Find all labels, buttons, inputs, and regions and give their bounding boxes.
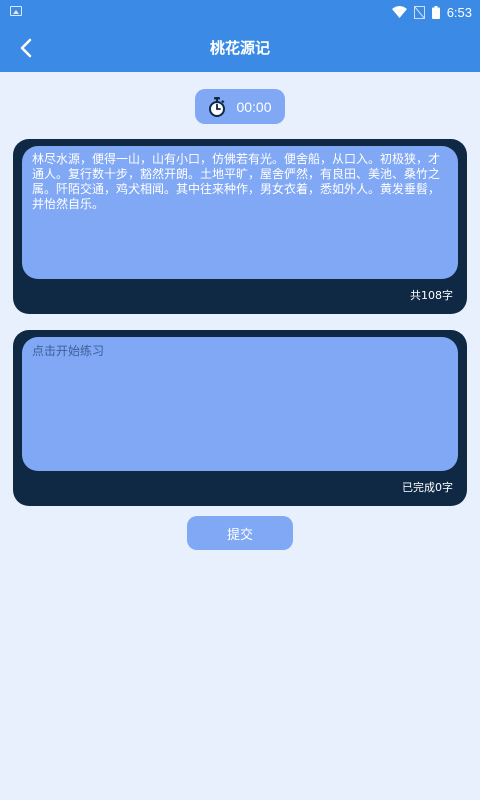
status-bar: 6:53 <box>0 0 480 24</box>
stopwatch-icon <box>209 96 226 117</box>
timer-value: 00:00 <box>236 98 272 115</box>
page-title: 桃花源记 <box>209 39 270 57</box>
back-button[interactable] <box>10 32 42 64</box>
reference-text: 林尽水源，便得一山，山有小口，仿佛若有光。便舍船，从口入。初极狭，才通人。复行数… <box>32 152 441 211</box>
notification-icon <box>10 6 22 16</box>
chevron-left-icon <box>20 38 32 58</box>
app-bar: 桃花源记 <box>0 24 480 72</box>
reference-panel: 林尽水源，便得一山，山有小口，仿佛若有光。便舍船，从口入。初极狭，才通人。复行数… <box>13 139 467 314</box>
reference-text-area: 林尽水源，便得一山，山有小口，仿佛若有光。便舍船，从口入。初极狭，才通人。复行数… <box>22 146 458 279</box>
battery-icon <box>431 5 440 19</box>
total-count-label: 共108字 <box>410 289 453 302</box>
wifi-icon <box>391 6 407 18</box>
practice-input-area <box>22 337 458 471</box>
completed-count-label: 已完成0字 <box>402 481 453 494</box>
status-time: 6:53 <box>446 4 472 20</box>
submit-button[interactable]: 提交 <box>187 516 293 550</box>
signal-off-icon <box>413 5 425 19</box>
status-icons: 6:53 <box>391 3 472 21</box>
timer-pill: 00:00 <box>195 89 285 124</box>
practice-panel: 已完成0字 <box>13 330 467 506</box>
practice-input[interactable] <box>22 337 458 471</box>
